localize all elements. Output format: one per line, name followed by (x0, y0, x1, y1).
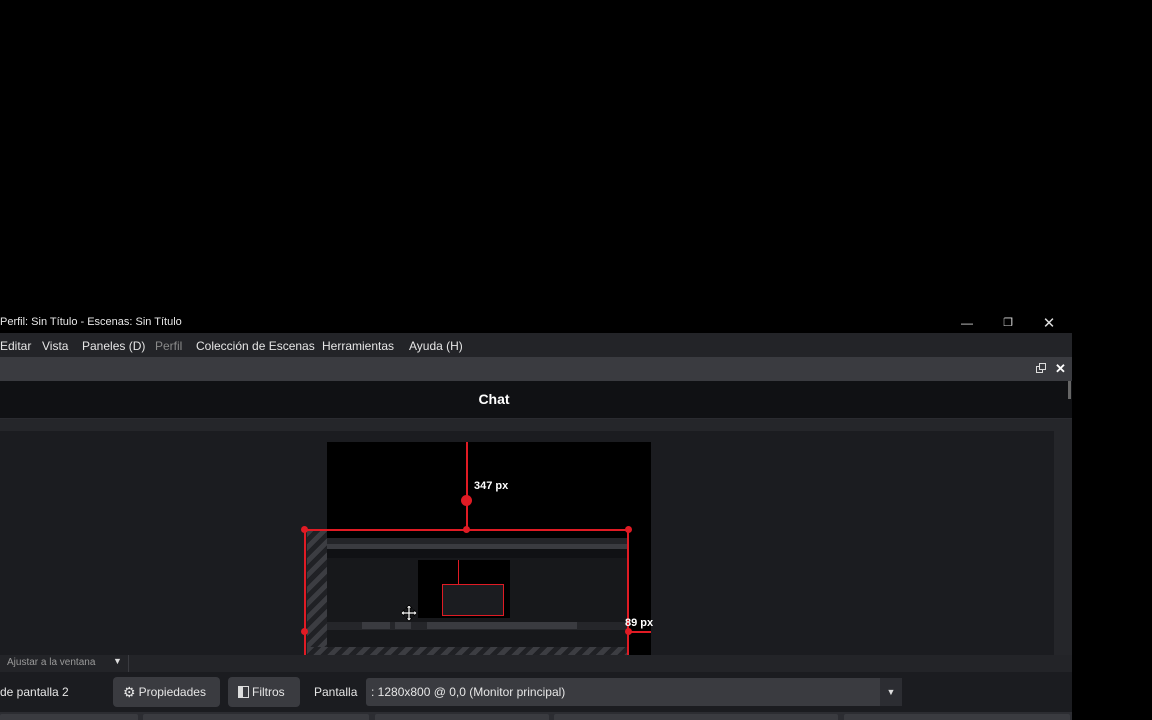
close-icon: ✕ (1055, 361, 1066, 376)
top-distance-label: 347 px (474, 480, 509, 492)
dock-tab[interactable] (0, 714, 138, 720)
dock-tab[interactable] (375, 714, 549, 720)
menu-editar[interactable]: Editar (0, 339, 31, 353)
filter-icon (238, 686, 249, 698)
filters-label: Filtros (252, 685, 285, 699)
resize-handle-top-right[interactable] (625, 526, 632, 533)
chevron-down-icon[interactable]: ▼ (113, 656, 122, 666)
close-dock-button[interactable]: ✕ (1055, 361, 1067, 376)
resize-handle-left[interactable] (301, 628, 308, 635)
screen-label: Pantalla (314, 685, 358, 699)
float-dock-button[interactable] (1035, 362, 1047, 374)
menu-perfil: Perfil (155, 339, 183, 353)
bottom-dock-tabs (0, 712, 1072, 720)
move-cursor-icon (400, 604, 418, 622)
screen-select-value: : 1280x800 @ 0,0 (Monitor principal) (371, 685, 566, 699)
dock-title-bar: ✕ (0, 357, 1072, 381)
selection-box[interactable] (304, 529, 629, 655)
menu-bar: Editar Vista Paneles (D) Perfil Colecció… (0, 333, 1072, 357)
title-bar: Perfil: Sin Título - Escenas: Sin Título… (0, 312, 1072, 333)
restore-icon: ❐ (1003, 317, 1013, 329)
window-title: Perfil: Sin Título - Escenas: Sin Título (0, 316, 182, 328)
dock-tab[interactable] (143, 714, 369, 720)
minimize-icon: — (961, 315, 973, 330)
screen-dropdown-button[interactable]: ▼ (880, 678, 902, 706)
close-icon: ✕ (1042, 314, 1056, 332)
properties-label: Propiedades (138, 685, 206, 699)
chat-scrollbar-thumb[interactable] (1068, 381, 1071, 399)
menu-paneles[interactable]: Paneles (D) (82, 339, 145, 353)
obs-window: Perfil: Sin Título - Escenas: Sin Título… (0, 312, 1072, 720)
zoom-mode-select[interactable]: Ajustar a la ventana (7, 657, 95, 668)
right-distance-guide (629, 631, 651, 633)
filters-button[interactable]: Filtros (228, 677, 300, 707)
menu-coleccion-escenas[interactable]: Colección de Escenas (196, 339, 315, 353)
zoom-bar: Ajustar a la ventana ▼ (0, 655, 1072, 672)
source-name: de pantalla 2 (0, 685, 69, 699)
rotation-handle[interactable] (461, 495, 472, 506)
gear-icon: ⚙ (123, 683, 136, 700)
dock-splitter[interactable] (0, 419, 1072, 431)
dock-tab[interactable] (554, 714, 838, 720)
menu-herramientas[interactable]: Herramientas (322, 339, 394, 353)
source-toolbar: de pantalla 2 ⚙ Propiedades Filtros Pant… (0, 672, 1072, 712)
chat-header: Chat (0, 381, 1072, 419)
dock-tab[interactable] (844, 714, 1070, 720)
close-button[interactable]: ✕ (1029, 312, 1069, 333)
chevron-down-icon: ▼ (886, 687, 896, 697)
top-distance-guide (466, 442, 468, 529)
resize-handle-top-left[interactable] (301, 526, 308, 533)
right-distance-label: 89 px (625, 617, 654, 629)
restore-button[interactable]: ❐ (988, 312, 1028, 333)
properties-button[interactable]: ⚙ Propiedades (113, 677, 220, 707)
menu-ayuda[interactable]: Ayuda (H) (409, 339, 463, 353)
float-icon (1036, 363, 1046, 373)
preview-scrollbar[interactable] (1054, 431, 1072, 655)
chat-title: Chat (478, 391, 510, 407)
menu-vista[interactable]: Vista (42, 339, 68, 353)
screen-select[interactable]: : 1280x800 @ 0,0 (Monitor principal) ▼ (366, 678, 902, 706)
minimize-button[interactable]: — (947, 312, 987, 333)
